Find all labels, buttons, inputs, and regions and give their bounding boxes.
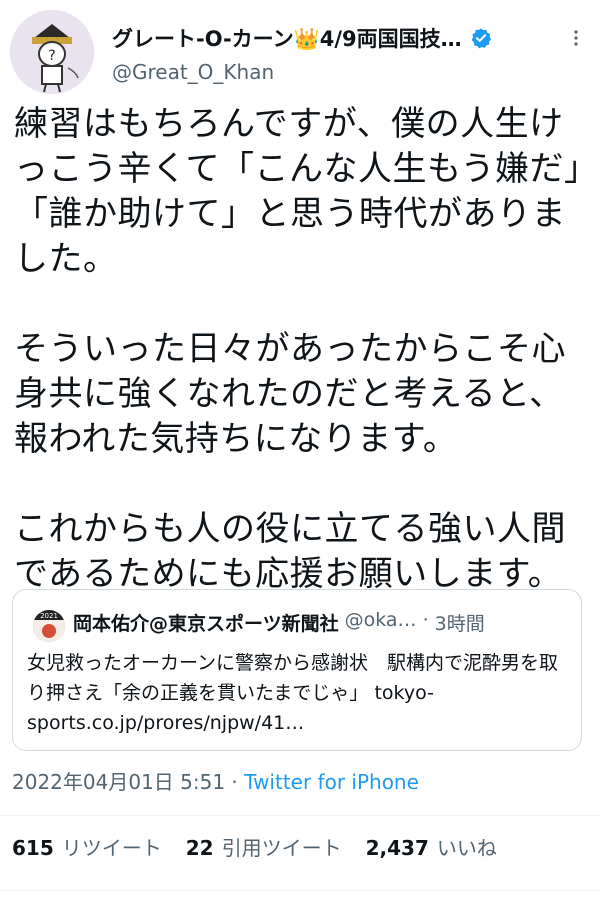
likes-label: いいね [436, 836, 497, 860]
svg-text:?: ? [48, 48, 55, 64]
quoted-author-name: 岡本佑介@東京スポーツ新聞社 [73, 613, 339, 635]
retweets-stat[interactable]: 615 リツイート [12, 836, 186, 860]
quoted-separator: · [422, 609, 429, 631]
more-options-icon[interactable] [566, 28, 586, 48]
retweets-count: 615 [12, 836, 54, 860]
likes-stat[interactable]: 2,437 いいね [366, 836, 521, 860]
quoted-avatar-badge: 2021 [40, 612, 58, 620]
tweet-header: ? グレート-O-カーン👑4/9両国国技… @Great_O_Khan [0, 0, 600, 94]
quotes-count: 22 [185, 836, 214, 860]
quoted-tweet-header: 岡本佑介@東京スポーツ新聞社 @oka… · 3時間 [73, 609, 569, 636]
quoted-author-handle: @oka… [344, 609, 417, 631]
divider-top [0, 815, 600, 816]
retweets-label: リツイート [61, 836, 162, 860]
engagement-stats: 615 リツイート 22 引用ツイート 2,437 いいね [12, 832, 521, 861]
quoted-timestamp: 3時間 [434, 613, 485, 635]
quotes-stat[interactable]: 22 引用ツイート [186, 836, 366, 860]
tweet-text: 練習はもちろんですが、僕の人生けっこう辛くて「こんな人生もう嫌だ」「誰か助けて」… [14, 104, 582, 594]
verified-badge-icon [471, 28, 491, 49]
author-name-row: グレート-O-カーン👑4/9両国国技… [112, 22, 582, 54]
meta-separator: · [225, 770, 245, 794]
author-handle[interactable]: @Great_O_Khan [112, 60, 274, 84]
tweet-meta: 2022年04月01日 5:51 · Twitter for iPhone [12, 766, 419, 795]
divider-bottom [0, 890, 600, 891]
quoted-author-avatar[interactable]: 2021 [33, 610, 65, 642]
quoted-tweet-card[interactable]: 2021 岡本佑介@東京スポーツ新聞社 @oka… · 3時間 女児救ったオーカ… [12, 589, 582, 751]
author-display-name[interactable]: グレート-O-カーン👑4/9両国国技… [112, 23, 462, 53]
quotes-label: 引用ツイート [221, 836, 342, 860]
tweet-datetime[interactable]: 2022年04月01日 5:51 [12, 770, 225, 794]
author-avatar[interactable]: ? [10, 10, 94, 94]
tweet-source-link[interactable]: Twitter for iPhone [244, 770, 419, 794]
likes-count: 2,437 [365, 836, 429, 860]
quoted-tweet-text: 女児救ったオーカーンに警察から感謝状 駅構内で泥酔男を取り押さえ「余の正義を貫い… [27, 652, 559, 734]
